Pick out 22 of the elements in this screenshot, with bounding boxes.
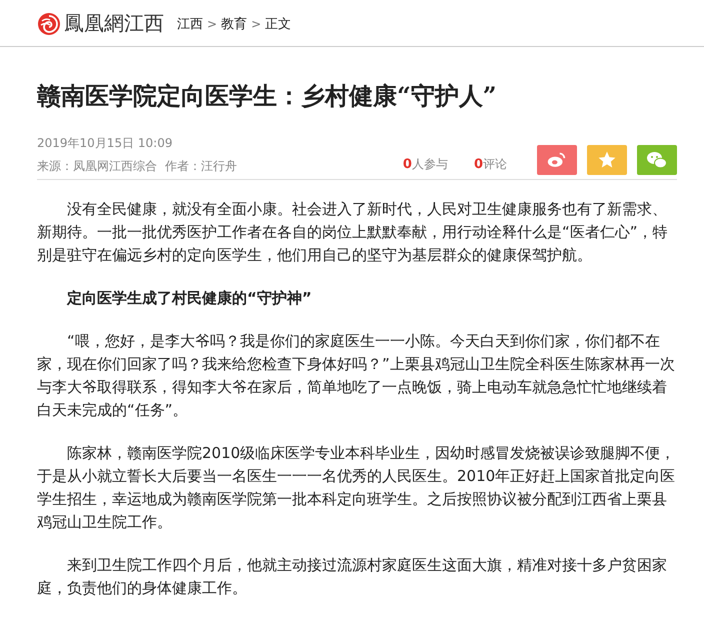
- breadcrumb-link[interactable]: 江西: [177, 14, 203, 32]
- site-logo-text[interactable]: 鳳凰網江西: [64, 10, 164, 37]
- article-source: 来源：凤凰网江西综合: [37, 158, 157, 175]
- stat-link[interactable]: 0人参与: [402, 156, 448, 173]
- article-paragraph: 来到卫生院工作四个月后，他就主动接过流源村家庭医生这面大旗，精准对接十多户贫困家庭，负责他们的身体健康工作。: [37, 555, 668, 599]
- logo-icon: [37, 12, 61, 36]
- stat-link[interactable]: 0评论: [474, 156, 507, 173]
- article-author: 作者：汪行舟: [165, 158, 237, 175]
- article-title: 赣南医学院定向医学生：乡村健康“守护人”: [37, 81, 498, 111]
- breadcrumb-separator: >: [251, 16, 262, 30]
- breadcrumb-separator: >: [207, 16, 218, 30]
- favorite-button[interactable]: [587, 145, 627, 175]
- wechat-share-button[interactable]: [637, 145, 677, 175]
- publish-date: 2019年10月15日 10:09: [37, 135, 174, 152]
- article-paragraph: “喂，您好，是李大爷吗？我是你们的家庭医生一一小陈。今天白天到你们家，你们都不在家，现在你们回家了吗？我来给您检查下身体好吗？”上栗县鸡冠山卫生院全科医生陈家林再一次与李大爷取得联系，得知李大爷在家后，简单地吃了一点晚饭，骑上电动车就急急忙忙地继续着白天未完成的“任务”。: [37, 331, 676, 421]
- breadcrumb-link[interactable]: 教育: [221, 14, 248, 32]
- article-paragraph: 没有全民健康，就没有全面小康。社会进入了新时代，人民对卫生健康服务也有了新需求、新期待。一批一批优秀医护工作者在各自的岗位上默默奉献，用行动诠释什么是“医者仁心”，特别是驻守在偏远乡村的定向医学生，他们用自己的坚守为基层群众的健康保驾护航。: [37, 199, 669, 266]
- star-icon: [597, 150, 617, 170]
- weibo-share-button[interactable]: [537, 145, 577, 175]
- section-heading: 定向医学生成了村民健康的“守护神”: [66, 288, 313, 309]
- article-paragraph: 陈家林，赣南医学院2010级临床医学专业本科毕业生，因幼时感冒发烧被误诊致腿脚不便，于是从小就立誓长大后要当一名医生一一一名优秀的人民医生。2010年正好赶上国家首批定向医学生招生，幸运地成为赣南医学院第一批本科定向班学生。之后按照协议被分配到江西省上栗县鸡冠山卫生院工作。: [37, 443, 676, 533]
- breadcrumb-link[interactable]: 正文: [265, 14, 292, 32]
